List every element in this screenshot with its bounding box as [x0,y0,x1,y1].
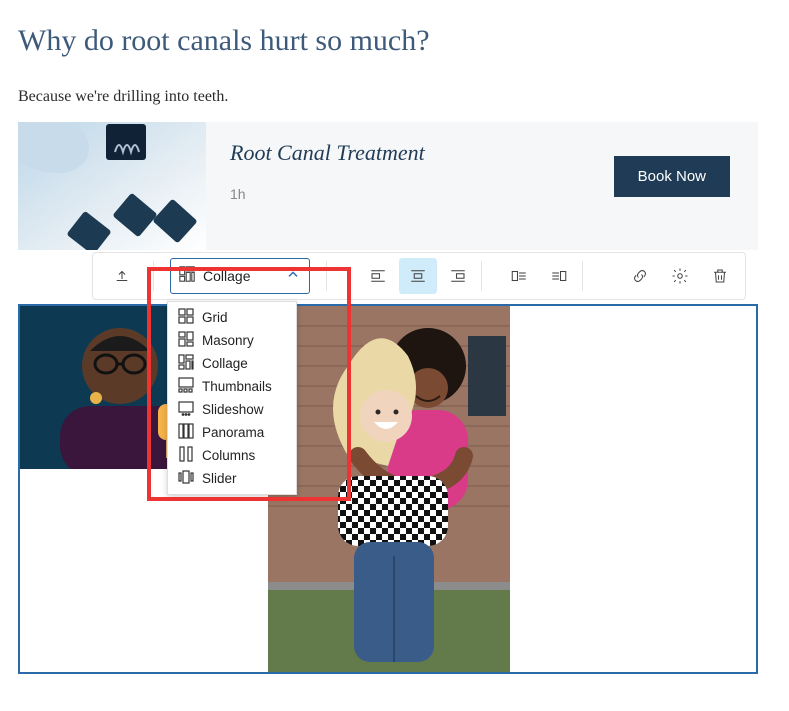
gallery-block[interactable] [18,304,758,674]
layout-option-collage[interactable]: Collage [168,352,296,375]
delete-button[interactable] [701,258,739,294]
align-center-button[interactable] [399,258,437,294]
align-right-button[interactable] [439,258,477,294]
link-icon [631,267,649,285]
align-left-icon [369,267,387,285]
gear-icon [671,267,689,285]
align-right-icon [449,267,467,285]
service-body: Root Canal Treatment 1h Book Now [206,122,758,250]
service-card: Root Canal Treatment 1h Book Now [18,122,758,250]
layout-option-masonry[interactable]: Masonry [168,329,296,352]
upload-button[interactable] [95,253,149,299]
align-group [359,258,477,294]
collage-icon [178,354,194,373]
wrap-group [500,258,578,294]
toolbar-separator [481,261,482,291]
layout-select[interactable]: Collage Grid Masonry Collage [170,258,310,294]
slideshow-icon [178,400,194,419]
align-left-button[interactable] [359,258,397,294]
layout-option-columns[interactable]: Columns [168,444,296,467]
layout-option-slider[interactable]: Slider [168,467,296,490]
settings-button[interactable] [661,258,699,294]
toolbar-right-group [621,258,739,294]
layout-select-label: Collage [203,268,285,284]
grid-icon [178,308,194,327]
chevron-up-icon [285,266,301,287]
toolbar-separator [582,261,583,291]
masonry-icon [178,331,194,350]
layout-option-label: Thumbnails [202,379,272,394]
layout-option-grid[interactable]: Grid [168,306,296,329]
gallery-image-2[interactable] [268,306,510,672]
wrap-left-icon [510,267,528,285]
wrap-right-button[interactable] [540,258,578,294]
thumbnails-icon [178,377,194,396]
layout-option-label: Columns [202,448,255,463]
columns-icon [178,446,194,465]
upload-icon [113,267,131,285]
layout-option-label: Slideshow [202,402,264,417]
align-center-icon [409,267,427,285]
wrap-left-button[interactable] [500,258,538,294]
layout-option-slideshow[interactable]: Slideshow [168,398,296,421]
wrap-right-icon [550,267,568,285]
service-thumb [18,122,206,250]
link-button[interactable] [621,258,659,294]
trash-icon [711,267,729,285]
gallery-toolbar: Collage Grid Masonry Collage [92,252,746,300]
xray-image [18,122,206,250]
panorama-icon [178,423,194,442]
collage-icon [179,266,195,287]
page-wrap: Why do root canals hurt so much? Because… [18,24,771,674]
layout-option-label: Grid [202,310,228,325]
layout-option-label: Slider [202,471,237,486]
toolbar-separator [153,261,154,291]
layout-option-panorama[interactable]: Panorama [168,421,296,444]
layout-option-label: Collage [202,356,248,371]
layout-option-thumbnails[interactable]: Thumbnails [168,375,296,398]
page-subtext: Because we're drilling into teeth. [18,88,771,106]
layout-option-label: Masonry [202,333,254,348]
book-now-button[interactable]: Book Now [614,156,730,197]
layout-dropdown: Grid Masonry Collage Thumbnails Slidesho [167,301,297,495]
slider-icon [178,469,194,488]
toolbar-separator [326,261,327,291]
page-title: Why do root canals hurt so much? [18,24,771,58]
layout-option-label: Panorama [202,425,264,440]
